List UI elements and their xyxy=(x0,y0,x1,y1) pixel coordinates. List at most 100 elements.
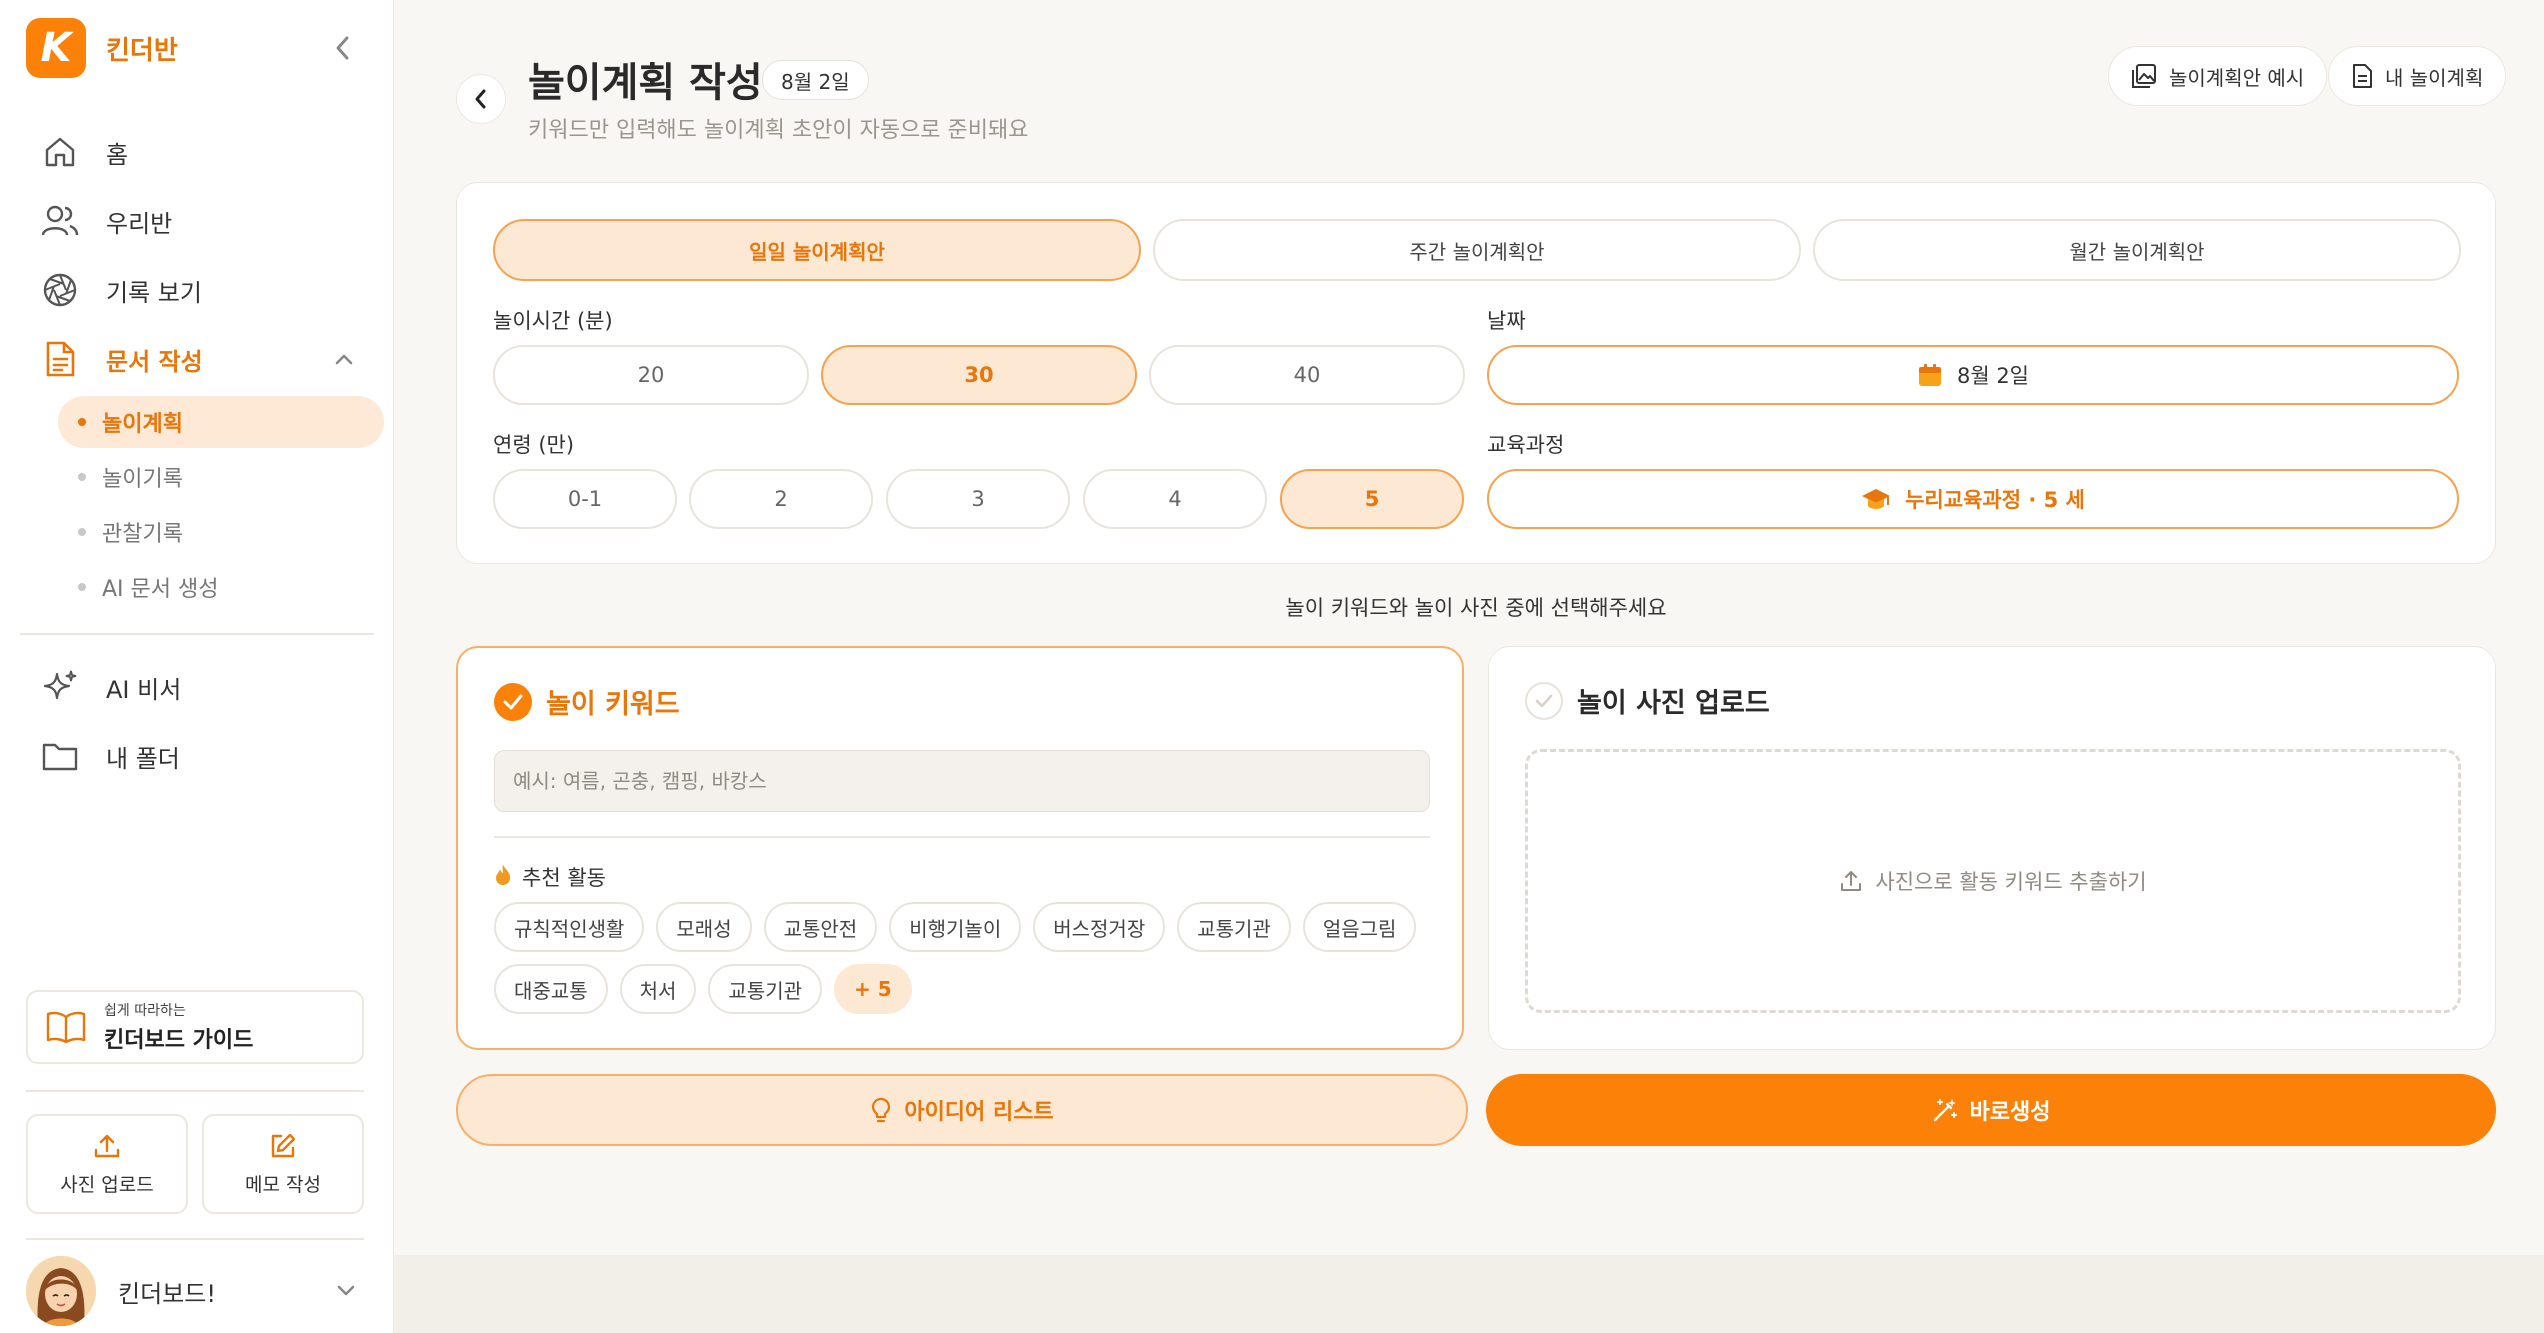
collapse-sidebar-button[interactable] xyxy=(330,30,356,66)
document-icon xyxy=(2353,64,2372,88)
photo-upload-label: 사진 업로드 xyxy=(60,1173,154,1196)
nav-item-label: 기록 보기 xyxy=(106,278,202,307)
duration-option-30[interactable]: 30 xyxy=(821,345,1137,405)
date-chip: 8월 2일 xyxy=(762,60,869,100)
plan-type-weekly[interactable]: 주간 놀이계획안 xyxy=(1153,219,1801,281)
age-option-4[interactable]: 4 xyxy=(1083,469,1267,529)
curriculum-label: 교육과정 xyxy=(1487,433,1565,457)
footer-band xyxy=(394,1255,2544,1333)
recommended-activities-label: 추천 활동 xyxy=(522,866,606,890)
choose-hint: 놀이 키워드와 놀이 사진 중에 선택해주세요 xyxy=(1285,596,1667,620)
plan-type-monthly[interactable]: 월간 놀이계획안 xyxy=(1813,219,2461,281)
curriculum-value: 누리교육과정 · 5 세 xyxy=(1905,488,2085,512)
my-plans-button[interactable]: 내 놀이계획 xyxy=(2328,46,2507,106)
photo-upload-card[interactable]: 놀이 사진 업로드 사진으로 활동 키워드 추출하기 xyxy=(1488,646,2496,1050)
photo-card-title: 놀이 사진 업로드 xyxy=(1577,688,1770,719)
check-circle-icon xyxy=(494,682,532,721)
guide-card[interactable]: 쉽게 따라하는 킨더보드 가이드 xyxy=(26,990,364,1064)
activity-chip[interactable]: 비행기놀이 xyxy=(889,902,1022,952)
duration-label: 놀이시간 (분) xyxy=(493,309,613,333)
users-icon xyxy=(40,201,80,241)
duration-option-40[interactable]: 40 xyxy=(1149,345,1465,405)
subnav-item-label: 놀이기록 xyxy=(102,467,183,492)
aperture-icon xyxy=(40,270,80,310)
age-option-2[interactable]: 2 xyxy=(689,469,873,529)
generate-now-button[interactable]: 바로생성 xyxy=(1486,1074,2496,1146)
age-option-5[interactable]: 5 xyxy=(1280,469,1464,529)
nav-item-records[interactable]: 기록 보기 xyxy=(20,258,374,322)
chevron-up-icon xyxy=(335,354,353,365)
sparkles-icon xyxy=(40,667,80,707)
activity-chip[interactable]: 버스정거장 xyxy=(1033,902,1166,952)
plan-example-button[interactable]: 놀이계획안 예시 xyxy=(2108,46,2328,106)
age-option-3[interactable]: 3 xyxy=(886,469,1070,529)
sidebar-divider xyxy=(26,1238,364,1240)
back-button[interactable] xyxy=(456,74,506,124)
bullet-dot xyxy=(78,583,86,591)
nav-item-my-folder[interactable]: 내 폴더 xyxy=(20,724,374,788)
subnav-item-observation[interactable]: 관찰기록 xyxy=(58,506,384,558)
chevron-left-icon xyxy=(475,89,486,109)
activity-chip[interactable]: 처서 xyxy=(619,964,697,1014)
check-circle-icon xyxy=(1525,681,1563,720)
edit-icon xyxy=(271,1133,296,1157)
plan-type-daily[interactable]: 일일 놀이계획안 xyxy=(493,219,1141,281)
upload-icon xyxy=(94,1134,120,1157)
keyword-card[interactable]: 놀이 키워드 추천 활동 규칙적인생활 모래성 교통안전 비행기놀이 버스정거장… xyxy=(456,646,1464,1050)
divider xyxy=(494,836,1430,838)
nav-item-label: 우리반 xyxy=(106,209,173,238)
photo-dropzone[interactable]: 사진으로 활동 키워드 추출하기 xyxy=(1525,749,2461,1013)
date-label: 날짜 xyxy=(1487,309,1526,333)
activity-chip[interactable]: 얼음그림 xyxy=(1302,902,1417,952)
activity-chips: 규칙적인생활 모래성 교통안전 비행기놀이 버스정거장 교통기관 얼음그림 대중… xyxy=(494,902,1454,1026)
memo-write-button[interactable]: 메모 작성 xyxy=(202,1114,364,1214)
profile-menu[interactable]: 킨더보드! xyxy=(26,1256,364,1326)
activity-chip[interactable]: 대중교통 xyxy=(494,964,608,1014)
sidebar: K 킨더반 홈 우리반 기록 보기 문서 작성 놀이계획 놀이기록 관찰기록 A… xyxy=(0,0,394,1333)
more-activities-chip[interactable]: + 5 xyxy=(834,964,912,1014)
subnav-item-label: 놀이계획 xyxy=(102,412,183,437)
brand[interactable]: K 킨더반 xyxy=(26,18,178,78)
activity-chip[interactable]: 모래성 xyxy=(656,902,752,952)
book-open-icon xyxy=(46,1011,86,1044)
duration-option-20[interactable]: 20 xyxy=(493,345,809,405)
folder-icon xyxy=(40,736,80,776)
settings-panel: 일일 놀이계획안 주간 놀이계획안 월간 놀이계획안 놀이시간 (분) 20 3… xyxy=(456,182,2496,564)
date-picker[interactable]: 8월 2일 xyxy=(1487,345,2459,405)
keyword-input[interactable] xyxy=(494,750,1430,812)
date-value: 8월 2일 xyxy=(1956,364,2030,388)
gallery-icon xyxy=(2132,64,2156,88)
activity-chip[interactable]: 교통안전 xyxy=(763,902,878,952)
page-subtitle: 키워드만 입력해도 놀이계획 초안이 자동으로 준비돼요 xyxy=(528,118,1029,143)
activity-chip[interactable]: 교통기관 xyxy=(1177,902,1291,952)
chevron-down-icon xyxy=(337,1285,355,1296)
bullet-dot xyxy=(78,528,86,536)
nav-item-ai-assistant[interactable]: AI 비서 xyxy=(20,655,374,719)
avatar xyxy=(26,1256,96,1326)
nav-item-label: 문서 작성 xyxy=(106,347,203,376)
subnav-item-play-plan[interactable]: 놀이계획 xyxy=(58,396,384,448)
lightbulb-icon xyxy=(872,1097,891,1123)
subnav-item-play-record[interactable]: 놀이기록 xyxy=(58,451,384,503)
upload-text: 사진으로 활동 키워드 추출하기 xyxy=(1875,870,2147,894)
activity-chip[interactable]: 교통기관 xyxy=(708,964,823,1014)
nav-item-home[interactable]: 홈 xyxy=(20,120,374,184)
keyword-card-title: 놀이 키워드 xyxy=(546,689,680,720)
activity-chip[interactable]: 규칙적인생활 xyxy=(494,902,645,952)
nav-item-class[interactable]: 우리반 xyxy=(20,189,374,253)
photo-upload-button[interactable]: 사진 업로드 xyxy=(26,1114,188,1214)
calendar-icon xyxy=(1918,364,1941,386)
subnav-item-ai-doc[interactable]: AI 문서 생성 xyxy=(58,561,384,613)
nav-item-label: AI 비서 xyxy=(106,675,182,704)
page-title: 놀이계획 작성 xyxy=(528,60,763,106)
idea-list-button[interactable]: 아이디어 리스트 xyxy=(456,1074,1468,1146)
keyword-card-header: 놀이 키워드 xyxy=(494,682,680,721)
memo-write-label: 메모 작성 xyxy=(245,1173,321,1196)
chevron-left-icon xyxy=(336,36,349,60)
bullet-dot xyxy=(78,473,86,481)
documents-subnav: 놀이계획 놀이기록 관찰기록 AI 문서 생성 xyxy=(58,396,384,613)
curriculum-select[interactable]: 누리교육과정 · 5 세 xyxy=(1487,469,2459,529)
nav-item-documents[interactable]: 문서 작성 xyxy=(20,327,374,391)
idea-list-label: 아이디어 리스트 xyxy=(904,1100,1054,1125)
age-option-0-1[interactable]: 0-1 xyxy=(493,469,677,529)
